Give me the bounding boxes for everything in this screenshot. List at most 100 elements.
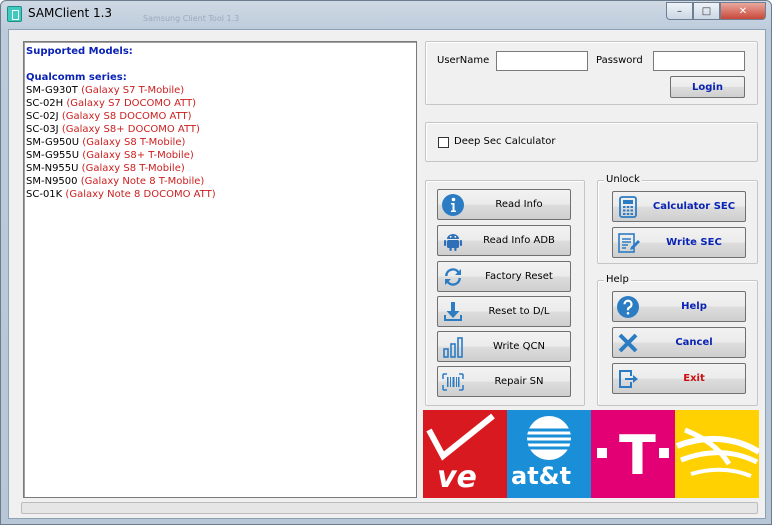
login-button-label: Login xyxy=(692,81,723,93)
download-icon xyxy=(438,297,468,327)
unlock-legend: Unlock xyxy=(604,174,642,185)
model-description: (Galaxy S8 T-Mobile) xyxy=(81,163,185,174)
model-row: SC-02H (Galaxy S7 DOCOMO ATT) xyxy=(26,97,414,110)
minimize-button[interactable]: – xyxy=(666,2,693,20)
reset-to-dl-button[interactable]: Reset to D/L xyxy=(437,296,571,327)
read-info-label: Read Info xyxy=(495,199,543,210)
model-description: (Galaxy S8+ DOCOMO ATT) xyxy=(61,124,200,135)
username-label: UserName xyxy=(437,55,490,66)
att-logo: at&t xyxy=(507,410,591,498)
model-code: SC-01K xyxy=(26,189,63,200)
tmobile-text: T xyxy=(619,424,656,487)
write-qcn-label: Write QCN xyxy=(493,341,545,352)
model-code: SM-N9500 xyxy=(26,176,78,187)
model-description: (Galaxy S8+ T-Mobile) xyxy=(82,150,194,161)
write-qcn-button[interactable]: Write QCN xyxy=(437,331,571,362)
model-code: SC-02H xyxy=(26,98,64,109)
actions-panel: Read Info Read Info ADB Factory Reset Re… xyxy=(425,180,585,406)
calculator-sec-label: Calculator SEC xyxy=(652,201,736,212)
tmobile-dot-right xyxy=(659,448,669,458)
model-row: SM-G950U (Galaxy S8 T-Mobile) xyxy=(26,136,414,149)
help-panel: Help Help Cancel Exit xyxy=(597,274,758,406)
write-sec-button[interactable]: Write SEC xyxy=(612,227,746,258)
help-legend: Help xyxy=(604,274,631,285)
deep-sec-checkbox[interactable] xyxy=(438,137,449,148)
bars-icon xyxy=(438,332,468,362)
barcode-icon xyxy=(438,367,468,397)
title-bar[interactable]: SAMClient 1.3 Samsung Client Tool 1.3 – … xyxy=(1,1,771,29)
android-icon xyxy=(438,226,468,256)
model-row: SM-N9500 (Galaxy Note 8 T-Mobile) xyxy=(26,175,414,188)
question-icon xyxy=(613,292,643,322)
login-panel: UserName Password Login xyxy=(425,41,758,105)
calculator-sec-button[interactable]: Calculator SEC xyxy=(612,191,746,222)
sprint-logo xyxy=(675,410,759,498)
help-button[interactable]: Help xyxy=(612,291,746,322)
cancel-button[interactable]: Cancel xyxy=(612,327,746,358)
model-description: (Galaxy S7 DOCOMO ATT) xyxy=(66,98,197,109)
factory-reset-button[interactable]: Factory Reset xyxy=(437,261,571,292)
maximize-button[interactable]: □ xyxy=(693,2,720,20)
model-description: (Galaxy S7 T-Mobile) xyxy=(81,85,185,96)
info-icon xyxy=(438,190,468,220)
ghost-title: Samsung Client Tool 1.3 xyxy=(143,14,240,23)
models-heading: Supported Models: xyxy=(26,46,133,57)
write-form-icon xyxy=(613,228,643,258)
reset-to-dl-label: Reset to D/L xyxy=(488,306,550,317)
model-row: SC-03J (Galaxy S8+ DOCOMO ATT) xyxy=(26,123,414,136)
login-button[interactable]: Login xyxy=(670,76,745,98)
series-heading: Qualcomm series: xyxy=(26,72,127,83)
maximize-icon: □ xyxy=(701,5,712,17)
exit-label: Exit xyxy=(683,373,705,384)
exit-door-icon xyxy=(613,364,643,394)
exit-button[interactable]: Exit xyxy=(612,363,746,394)
verizon-logo: ve xyxy=(423,410,507,498)
verizon-text: ve xyxy=(437,460,477,495)
model-description: (Galaxy S8 T-Mobile) xyxy=(82,137,186,148)
model-row: SC-02J (Galaxy S8 DOCOMO ATT) xyxy=(26,110,414,123)
model-description: (Galaxy S8 DOCOMO ATT) xyxy=(61,111,192,122)
read-info-adb-button[interactable]: Read Info ADB xyxy=(437,225,571,256)
refresh-icon xyxy=(438,262,468,292)
model-row: SM-G930T (Galaxy S7 T-Mobile) xyxy=(26,84,414,97)
models-textbox[interactable]: Supported Models: Qualcomm series: SM-G9… xyxy=(23,41,417,498)
model-row: SC-01K (Galaxy Note 8 DOCOMO ATT) xyxy=(26,188,414,201)
app-window: SAMClient 1.3 Samsung Client Tool 1.3 – … xyxy=(0,0,772,525)
model-row: SM-G955U (Galaxy S8+ T-Mobile) xyxy=(26,149,414,162)
repair-sn-button[interactable]: Repair SN xyxy=(437,366,571,397)
x-icon xyxy=(613,328,643,358)
calculator-icon xyxy=(613,192,643,222)
password-input[interactable] xyxy=(653,51,745,71)
close-button[interactable]: ✕ xyxy=(720,2,766,20)
window-controls: – □ ✕ xyxy=(666,2,766,20)
unlock-panel: Unlock Calculator SEC Write SEC xyxy=(597,174,758,264)
read-info-button[interactable]: Read Info xyxy=(437,189,571,220)
model-code: SM-G950U xyxy=(26,137,80,148)
repair-sn-label: Repair SN xyxy=(494,376,544,387)
app-icon xyxy=(7,6,22,22)
att-text: at&t xyxy=(511,462,572,490)
model-code: SM-G955U xyxy=(26,150,80,161)
write-sec-label: Write SEC xyxy=(666,237,722,248)
client-area: Supported Models: Qualcomm series: SM-G9… xyxy=(8,29,766,519)
carrier-logos: ve at&t T xyxy=(423,410,759,498)
status-bar xyxy=(21,502,758,514)
model-description: (Galaxy Note 8 DOCOMO ATT) xyxy=(65,189,216,200)
model-row: SM-N955U (Galaxy S8 T-Mobile) xyxy=(26,162,414,175)
model-list: SM-G930T (Galaxy S7 T-Mobile) SC-02H (Gal… xyxy=(26,84,414,201)
tmobile-logo: T xyxy=(591,410,675,498)
model-code: SC-03J xyxy=(26,124,59,135)
model-description: (Galaxy Note 8 T-Mobile) xyxy=(80,176,205,187)
model-code: SM-N955U xyxy=(26,163,79,174)
factory-reset-label: Factory Reset xyxy=(485,271,553,282)
window-title: SAMClient 1.3 xyxy=(28,6,113,20)
model-code: SM-G930T xyxy=(26,85,78,96)
username-input[interactable] xyxy=(496,51,588,71)
password-label: Password xyxy=(596,55,643,66)
tmobile-dot-left xyxy=(597,448,607,458)
deep-sec-label: Deep Sec Calculator xyxy=(454,136,556,147)
read-info-adb-label: Read Info ADB xyxy=(483,235,555,246)
close-icon: ✕ xyxy=(738,5,748,17)
deep-sec-panel: Deep Sec Calculator xyxy=(425,122,758,162)
